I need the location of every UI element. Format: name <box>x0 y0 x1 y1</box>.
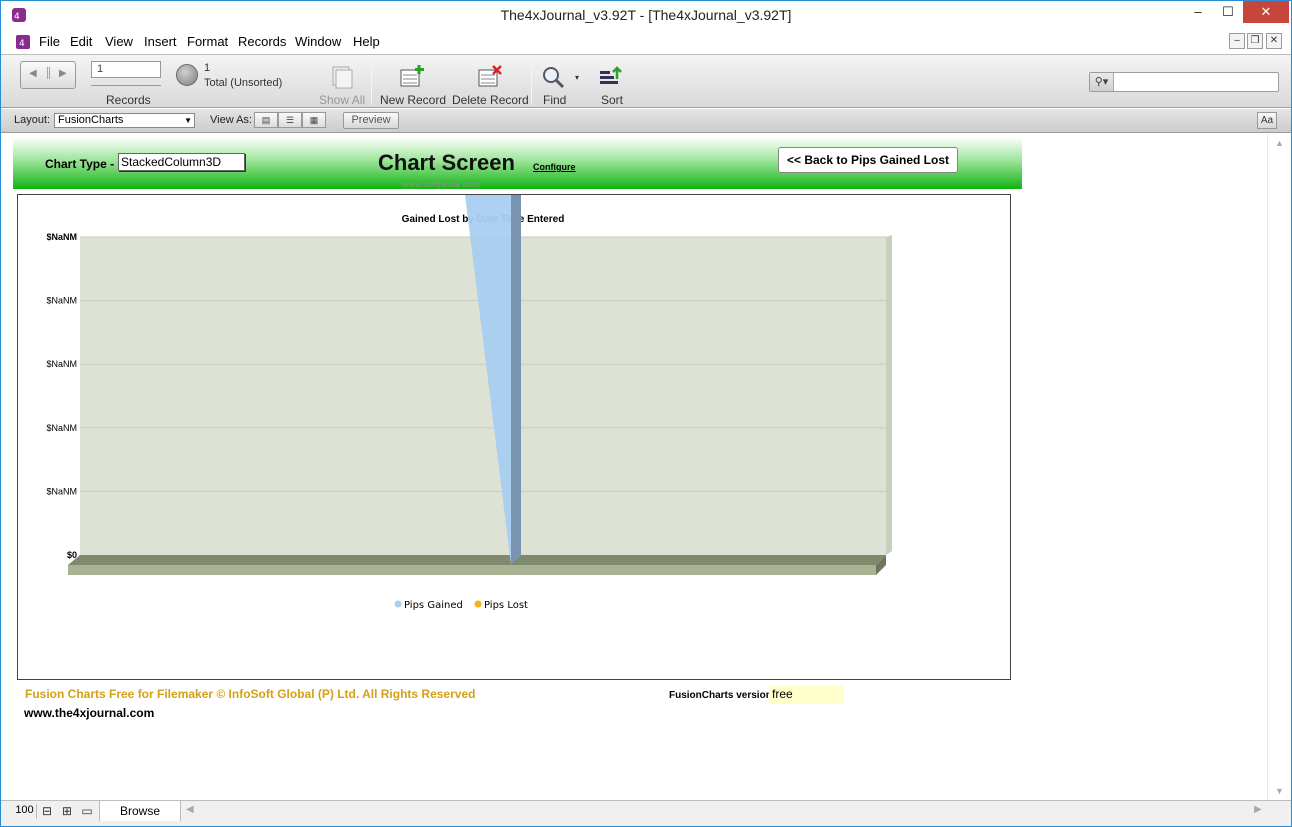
back-button[interactable]: << Back to Pips Gained Lost <box>778 147 958 173</box>
y-tick-label: $NaNM <box>46 423 77 433</box>
chart-floor-top <box>68 555 886 565</box>
text-format-button[interactable]: Aa <box>1257 112 1277 129</box>
delete-record-button[interactable]: Delete Record <box>452 93 529 107</box>
page-title: Chart Screen <box>378 150 515 175</box>
version-field[interactable]: free <box>769 686 844 704</box>
quick-find-field[interactable]: ⚲▾ <box>1089 72 1279 92</box>
app-window: 4 The4xJournal_v3.92T - [The4xJournal_v3… <box>0 0 1292 827</box>
find-button[interactable]: Find <box>543 93 566 107</box>
zoom-out-icon[interactable]: ⊟ <box>39 804 55 819</box>
scroll-down-icon[interactable]: ▼ <box>1275 786 1284 796</box>
view-form-icon[interactable]: ▤ <box>254 112 278 128</box>
legend-marker <box>394 600 402 608</box>
preview-button[interactable]: Preview <box>343 112 399 129</box>
data-column-side <box>511 195 521 565</box>
chevron-down-icon: ▼ <box>184 116 192 125</box>
window-title: The4xJournal_v3.92T - [The4xJournal_v3.9… <box>500 7 792 23</box>
sort-icon[interactable] <box>598 65 624 89</box>
doc-minimize-icon[interactable]: – <box>1229 33 1245 49</box>
website-link[interactable]: www.the4xjournal.com <box>24 706 154 720</box>
doc-restore-icon[interactable]: ❐ <box>1247 33 1263 49</box>
new-record-button[interactable]: New Record <box>380 93 446 107</box>
status-bar: 100 ⊟ ⊞ ▭ Browse ◀ ▶ <box>1 800 1291 826</box>
menu-help[interactable]: Help <box>353 34 380 49</box>
show-all-icon[interactable] <box>329 65 355 89</box>
layout-value: FusionCharts <box>58 114 124 126</box>
new-record-icon[interactable] <box>399 65 425 89</box>
find-icon[interactable] <box>541 65 567 89</box>
scroll-left-icon[interactable]: ◀ <box>186 804 194 815</box>
chart-floor-front <box>68 565 876 575</box>
prev-record-icon[interactable]: ◀ <box>29 68 37 79</box>
scroll-right-icon[interactable]: ▶ <box>1254 804 1262 815</box>
chart-type-field[interactable]: StackedColumn3D <box>118 153 245 171</box>
find-dropdown-chevron-icon[interactable]: ▾ <box>575 73 579 82</box>
y-tick-label: $NaNM <box>46 296 77 306</box>
show-all-button[interactable]: Show All <box>319 93 365 107</box>
view-as-label: View As: <box>210 114 252 126</box>
version-label: FusionCharts version <box>669 690 772 701</box>
found-set-pie-icon[interactable] <box>176 64 198 86</box>
zoom-in-icon[interactable]: ⊞ <box>59 804 75 819</box>
view-list-icon[interactable]: ☰ <box>278 112 302 128</box>
menu-file[interactable]: File <box>39 34 60 49</box>
menu-records[interactable]: Records <box>238 34 286 49</box>
scroll-up-icon[interactable]: ▲ <box>1275 138 1284 148</box>
svg-text:4: 4 <box>19 39 25 49</box>
found-count: 1 <box>204 62 211 74</box>
record-slider[interactable] <box>91 83 161 86</box>
menu-insert[interactable]: Insert <box>144 34 177 49</box>
view-table-icon[interactable]: ▦ <box>302 112 326 128</box>
book-spine-icon: ║ <box>45 68 53 79</box>
delete-record-icon[interactable] <box>477 65 503 89</box>
zoom-level[interactable]: 100 <box>13 804 37 819</box>
mode-indicator[interactable]: Browse <box>99 801 181 821</box>
next-record-icon[interactable]: ▶ <box>59 68 67 79</box>
search-icon[interactable]: ⚲▾ <box>1090 73 1114 91</box>
chart-type-label: Chart Type - <box>45 157 115 171</box>
menu-format[interactable]: Format <box>187 34 228 49</box>
y-tick-label: $NaNM <box>46 486 77 496</box>
y-tick-label: $NaNM <box>46 232 77 242</box>
vertical-scrollbar[interactable]: ▲ ▼ <box>1267 134 1291 800</box>
maximize-icon[interactable]: ☐ <box>1213 1 1243 23</box>
chart-frame: Gained Lost by Date Time Entered$NaNM$Na… <box>17 194 1011 680</box>
chart-side-wall <box>886 235 892 555</box>
menu-bar: 4 File Edit View Insert Format Records W… <box>1 31 1291 53</box>
toolbar-divider <box>371 59 372 105</box>
watermark: www.softpedia.com <box>402 179 480 189</box>
total-label: Total (Unsorted) <box>204 77 283 89</box>
y-tick-label: $0 <box>67 550 77 560</box>
title-bar: 4 The4xJournal_v3.92T - [The4xJournal_v3… <box>1 1 1291 31</box>
close-icon[interactable]: ✕ <box>1243 1 1289 23</box>
sort-button[interactable]: Sort <box>601 93 623 107</box>
minimize-icon[interactable]: – <box>1183 1 1213 23</box>
legend-marker <box>474 600 482 608</box>
chart-svg: Gained Lost by Date Time Entered$NaNM$Na… <box>46 195 892 611</box>
document-icon[interactable]: 4 <box>15 34 31 50</box>
copyright-text: Fusion Charts Free for Filemaker © InfoS… <box>25 687 476 701</box>
records-label: Records <box>106 93 151 107</box>
layout-content: Chart Type - StackedColumn3D Chart Scree… <box>1 134 1267 800</box>
legend-label: Pips Gained <box>404 600 463 611</box>
record-book[interactable]: ◀ ║ ▶ <box>20 61 76 89</box>
layout-label: Layout: <box>14 114 51 126</box>
menu-edit[interactable]: Edit <box>70 34 92 49</box>
toolbar-divider <box>531 59 532 105</box>
configure-link[interactable]: Configure <box>533 162 576 172</box>
layout-bar: Layout: FusionCharts ▼ View As: ▤ ☰ ▦ Pr… <box>1 109 1291 133</box>
y-tick-label: $NaNM <box>46 359 77 369</box>
layout-select[interactable]: FusionCharts ▼ <box>54 113 195 128</box>
menu-window[interactable]: Window <box>295 34 341 49</box>
legend-label: Pips Lost <box>484 600 528 611</box>
toggle-status-toolbar-icon[interactable]: ▭ <box>79 804 95 819</box>
doc-close-icon[interactable]: ✕ <box>1266 33 1282 49</box>
chart-header: Chart Type - StackedColumn3D Chart Scree… <box>13 137 1022 189</box>
menu-view[interactable]: View <box>105 34 133 49</box>
record-number-input[interactable]: 1 <box>91 61 161 78</box>
status-toolbar: ◀ ║ ▶ 1 Records 1 Total (Unsorted) Show … <box>1 54 1291 108</box>
